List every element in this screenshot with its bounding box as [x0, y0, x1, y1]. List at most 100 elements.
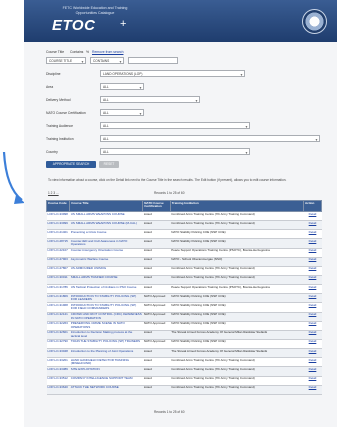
course-title-cell[interactable]: INTRODUCTION TO STABILITY POLICING (SP) … — [69, 293, 143, 304]
detail-link[interactable]: Detail — [309, 221, 317, 225]
course-title-cell[interactable]: SMALL ARMS TRAINER COURSE — [69, 275, 143, 286]
logo-mark: + — [120, 18, 127, 30]
course-title-cell[interactable]: TRAIN THE STABILITY POLICING (SP) TRAINE… — [69, 339, 143, 350]
course-code-cell: LOP-LO-31968 — [46, 302, 70, 313]
institution-select[interactable]: ALL ▼ — [100, 135, 320, 142]
detail-link[interactable]: Detail — [309, 248, 317, 252]
institution-cell: Peace Support Operations Training Centre… — [170, 284, 304, 295]
operator-select-value: CONTAINS — [93, 59, 110, 63]
scope-suffix: % — [86, 50, 90, 54]
course-code-cell: LOP-LO-31809 — [46, 293, 70, 304]
detail-link[interactable]: Detail — [309, 376, 317, 380]
course-title-cell[interactable]: Counter-IED and Civil Awareness in NATO … — [69, 238, 143, 249]
course-title-cell[interactable]: Counter-Insurgency Orientation Course — [69, 248, 143, 258]
action-cell: Detail — [303, 348, 322, 359]
certification-value: ALL — [103, 111, 109, 115]
institution-cell: Combined Arms Training Centre (7th Army … — [170, 266, 304, 276]
remove-from-search-link[interactable]: Remove from search — [92, 50, 123, 54]
detail-link[interactable]: Detail — [309, 275, 317, 280]
institution-cell: The Slovak Armed Forces Academy Of Gener… — [170, 330, 304, 340]
table-row: LOP-LO-28715 Counter-IED and Civil Awaren… — [46, 238, 322, 249]
detail-link[interactable]: Detail — [309, 349, 317, 353]
banner-subtitle: FETC Worldwide Education and Training Op… — [62, 6, 128, 15]
action-cell: Detail — [303, 366, 322, 377]
detail-link[interactable]: Detail — [309, 358, 317, 362]
action-cell: Detail — [303, 257, 322, 267]
institution-cell: The Slovak Armed Forces Academy Of Gener… — [170, 348, 304, 359]
detail-link[interactable]: Detail — [309, 385, 317, 389]
reset-button[interactable]: RESET — [99, 161, 119, 168]
course-title-cell[interactable]: US SMALL ARMS WEAPONS COURSE (M-CAL) — [69, 220, 143, 231]
detail-link[interactable]: Detail — [309, 330, 317, 335]
course-title-cell[interactable]: INTRODUCTION TO STABILITY POLICING (SP) … — [69, 302, 143, 313]
certification-cell: NATO Approved — [142, 321, 171, 331]
filter-label-country: Country — [46, 150, 58, 154]
detail-link[interactable]: Detail — [309, 294, 317, 298]
certification-cell: Listed — [142, 248, 171, 258]
institution-cell: Combined Arms Training Centre (7th Army … — [170, 366, 304, 377]
column-header-title[interactable]: Course Title — [69, 200, 144, 212]
course-title-cell[interactable]: HAND HANDHELD DETECTOR TRAINING (MINEHOU… — [69, 357, 143, 368]
detail-link[interactable]: Detail — [309, 266, 317, 271]
detail-link[interactable]: Detail — [309, 257, 317, 261]
action-cell: Detail — [303, 266, 322, 276]
action-cell: Detail — [303, 248, 322, 258]
certification-cell: Listed — [142, 376, 171, 386]
operator-select[interactable]: CONTAINS ▼ — [90, 57, 124, 64]
detail-link[interactable]: Detail — [309, 212, 317, 216]
course-title-cell[interactable]: Preventing a Crisis Course — [69, 229, 143, 240]
detail-link[interactable]: Detail — [309, 312, 317, 316]
action-cell: Detail — [303, 312, 322, 322]
certification-select[interactable]: ALL ▼ — [100, 109, 144, 116]
detail-link[interactable]: Detail — [309, 230, 317, 234]
detail-link[interactable]: Detail — [309, 321, 317, 325]
course-title-cell[interactable]: Asymmetric Warfare Course — [69, 257, 143, 267]
course-title-cell[interactable]: PRESERVING CRIME SCENE IN NATO OPERATION… — [69, 321, 143, 331]
etoc-logo: ETOC — [52, 17, 96, 34]
course-title-cell[interactable]: ATTACK THE NETWORK COURSE — [69, 385, 143, 395]
course-code-cell: LOP-LO-33998 — [46, 211, 70, 222]
audience-select[interactable]: ALL ▼ — [100, 122, 250, 129]
column-header-institution[interactable]: Training Institution — [169, 200, 305, 212]
course-title-cell[interactable]: Introduction to Decision Making process … — [69, 330, 143, 340]
field-select[interactable]: COURSE TITLE ▼ — [46, 57, 86, 64]
course-title-cell[interactable]: COMPANY INTELLIGENCE SUPPORT TEAM — [69, 376, 143, 386]
action-cell: Detail — [303, 376, 322, 386]
detail-link[interactable]: Detail — [309, 239, 317, 243]
action-cell: Detail — [303, 357, 322, 368]
delivery-value: ALL — [103, 98, 109, 102]
course-title-cell[interactable]: CROWD AND RIOT CONTROL (CRC) AWARENESS I… — [69, 312, 143, 322]
detail-link[interactable]: Detail — [309, 285, 317, 289]
action-cell: Detail — [303, 220, 322, 231]
action-cell: Detail — [303, 385, 322, 395]
browser-frame: FETC Worldwide Education and Training Op… — [24, 0, 337, 427]
country-value: ALL — [103, 150, 109, 154]
course-title-cell[interactable]: SITE EXPLOITATION — [69, 366, 143, 377]
course-title-cell[interactable]: US ARMOURED UNIMOG — [69, 266, 143, 276]
course-code-cell: LOP-LO-33512 — [46, 376, 70, 386]
search-text-input[interactable] — [128, 57, 178, 64]
table-row: LOP-LO-31809 INTRODUCTION TO STABILITY PO… — [46, 293, 322, 304]
certification-cell: NATO Approved — [142, 339, 171, 350]
institution-cell: NATO Stability Policing COE (NSP COE) — [170, 321, 304, 331]
course-title-cell[interactable]: UN Tactical Protection of Civilians in P… — [69, 284, 143, 295]
course-title-cell[interactable]: Introduction to the Planning of Joint Op… — [69, 348, 143, 359]
discipline-select[interactable]: LAND OPERATIONS (LOP) ▼ — [100, 70, 245, 77]
course-code-cell: LOP-LO-33999 — [46, 220, 70, 231]
search-button[interactable]: APPROPRIATE SEARCH — [46, 161, 96, 168]
detail-link[interactable]: Detail — [309, 339, 317, 344]
action-cell: Detail — [303, 284, 322, 295]
detail-link[interactable]: Detail — [309, 303, 317, 307]
area-select[interactable]: ALL ▼ — [100, 83, 144, 90]
certification-cell: Listed — [142, 229, 171, 240]
course-title-cell[interactable]: US SMALL ARMS WEAPONS COURSE — [69, 211, 143, 222]
detail-link[interactable]: Detail — [309, 367, 317, 371]
pagination-top[interactable]: 1 2 3 ... — [48, 191, 59, 195]
country-select[interactable]: ALL ▼ — [100, 148, 250, 155]
column-header-code[interactable]: Course Code — [45, 200, 71, 212]
action-cell: Detail — [303, 238, 322, 249]
course-code-cell: LOP-LO-28715 — [46, 238, 70, 249]
delivery-select[interactable]: ALL ▼ — [100, 96, 200, 103]
column-header-certification[interactable]: NATO Course Certification — [142, 200, 171, 212]
course-code-cell: LOP-LO-22107 — [46, 248, 70, 258]
